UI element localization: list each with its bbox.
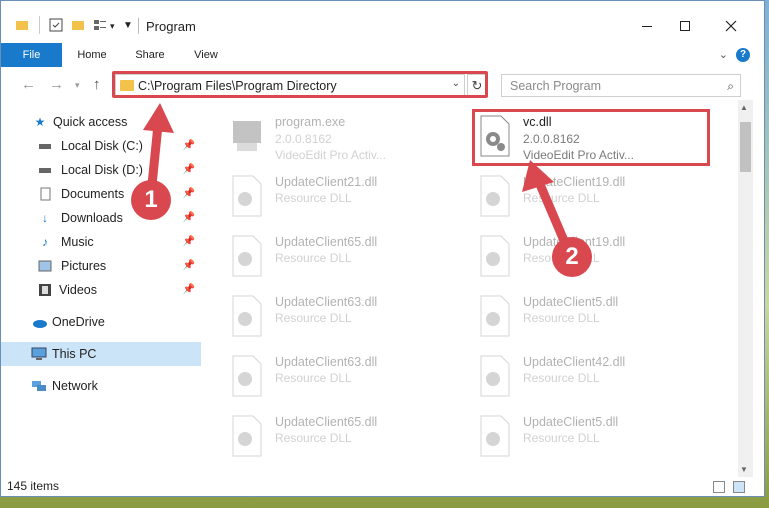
- arrow-1-shaft: [147, 124, 163, 186]
- callout-step-2: 2: [552, 237, 592, 277]
- arrow-1-head: [143, 103, 174, 133]
- callout-step-1: 1: [131, 180, 171, 220]
- callout-arrows: [143, 103, 573, 252]
